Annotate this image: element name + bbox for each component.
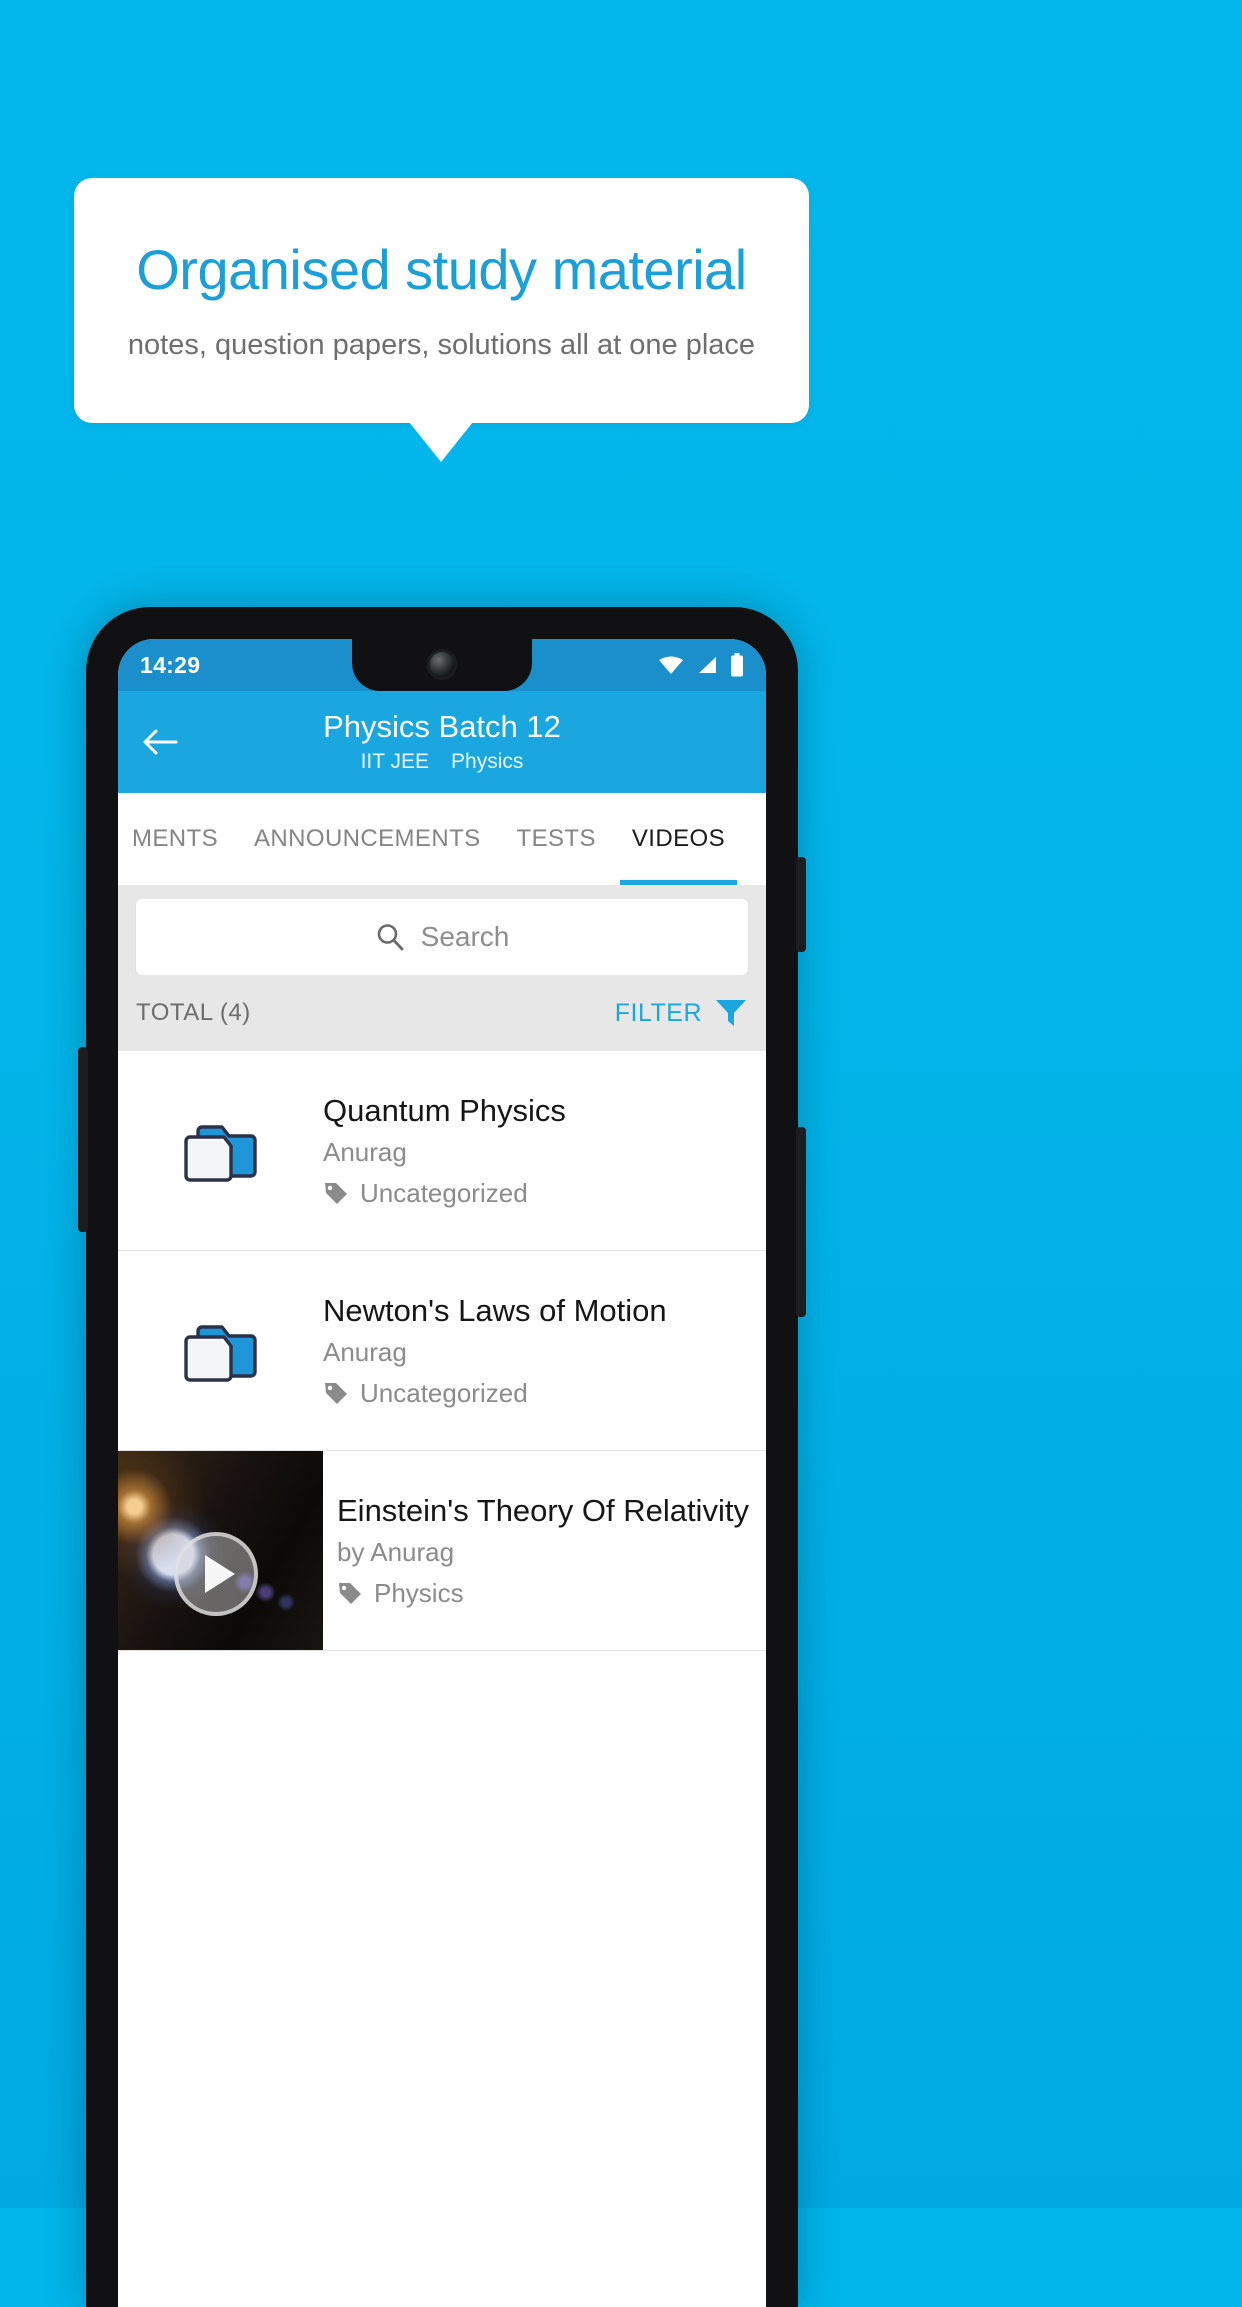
list-item-body: Newton's Laws of Motion Anurag Uncategor… xyxy=(323,1292,766,1408)
status-icon-group xyxy=(658,653,744,677)
app-bar-titles: Physics Batch 12 IIT JEE Physics xyxy=(118,708,766,774)
tab-videos[interactable]: VIDEOS xyxy=(614,793,743,885)
search-placeholder: Search xyxy=(420,921,510,952)
list-item[interactable]: Quantum Physics Anurag Uncategorized xyxy=(118,1051,766,1251)
list-item-tag: Uncategorized xyxy=(323,1178,752,1209)
tag-icon xyxy=(325,1183,347,1205)
list-toolbar: TOTAL (4) FILTER xyxy=(118,975,766,1051)
speech-bubble-tail xyxy=(409,422,473,462)
play-icon[interactable] xyxy=(174,1532,259,1617)
list-item-title: Einstein's Theory Of Relativity xyxy=(337,1493,749,1529)
list-item-author: Anurag xyxy=(323,1336,407,1367)
battery-icon xyxy=(731,653,743,677)
page-title: Physics Batch 12 xyxy=(323,708,561,744)
subtitle-exam: IIT JEE xyxy=(360,750,430,774)
subtitle-subject: Physics xyxy=(451,750,524,774)
front-camera-icon xyxy=(429,652,455,677)
status-time: 14:29 xyxy=(140,651,201,678)
list-item-title: Quantum Physics xyxy=(323,1093,566,1129)
video-thumbnail[interactable] xyxy=(118,1451,323,1650)
list-item-tag-label: Uncategorized xyxy=(360,1177,528,1208)
filter-funnel-icon xyxy=(716,1000,746,1026)
total-count-label: TOTAL (4) xyxy=(136,999,251,1026)
tab-bar: MENTS ANNOUNCEMENTS TESTS VIDEOS xyxy=(118,793,766,885)
list-item-author: by Anurag xyxy=(337,1536,455,1567)
list-item-tag-label: Uncategorized xyxy=(360,1377,528,1408)
phone-button-left[interactable] xyxy=(78,1047,88,1232)
tag-icon xyxy=(339,1583,361,1605)
phone-button-power[interactable] xyxy=(796,1127,806,1317)
list-item-tag: Physics xyxy=(337,1578,756,1609)
filter-label: FILTER xyxy=(614,998,702,1027)
filter-button[interactable]: FILTER xyxy=(615,998,748,1028)
phone-button-volume[interactable] xyxy=(796,857,806,952)
phone-screen: 14:29 Physics Batch 12 IIT JEE Physics M… xyxy=(118,639,766,2307)
tab-announcements[interactable]: ANNOUNCEMENTS xyxy=(236,793,499,885)
promo-title: Organised study material xyxy=(136,238,747,302)
page-subtitle: IIT JEE Physics xyxy=(361,750,524,774)
tag-icon xyxy=(325,1383,347,1405)
tab-assignments[interactable]: MENTS xyxy=(118,793,236,885)
promo-subtitle: notes, question papers, solutions all at… xyxy=(127,328,756,361)
folder-icon xyxy=(118,1115,323,1187)
search-icon xyxy=(377,924,404,951)
list-item[interactable]: Newton's Laws of Motion Anurag Uncategor… xyxy=(118,1251,766,1451)
list-item-tag: Uncategorized xyxy=(323,1378,752,1409)
list-item-title: Newton's Laws of Motion xyxy=(323,1293,667,1329)
list-item[interactable]: Einstein's Theory Of Relativity by Anura… xyxy=(118,1451,766,1651)
wifi-icon xyxy=(659,656,683,674)
tab-tests[interactable]: TESTS xyxy=(499,793,614,885)
list-item-author: Anurag xyxy=(323,1136,407,1167)
search-section: Search xyxy=(118,885,766,975)
list-item-body: Einstein's Theory Of Relativity by Anura… xyxy=(323,1451,766,1650)
folder-icon xyxy=(118,1315,323,1387)
phone-notch xyxy=(352,639,532,691)
phone-mockup: 14:29 Physics Batch 12 IIT JEE Physics M… xyxy=(78,607,806,2307)
app-bar: Physics Batch 12 IIT JEE Physics xyxy=(118,691,766,793)
signal-icon xyxy=(699,657,716,673)
list-item-tag-label: Physics xyxy=(374,1577,464,1608)
search-input[interactable]: Search xyxy=(136,899,748,975)
back-arrow-icon[interactable] xyxy=(140,722,180,762)
promo-speech-bubble: Organised study material notes, question… xyxy=(74,178,809,423)
list-item-body: Quantum Physics Anurag Uncategorized xyxy=(323,1092,766,1208)
video-list: Quantum Physics Anurag Uncategorized New… xyxy=(118,1051,766,1651)
